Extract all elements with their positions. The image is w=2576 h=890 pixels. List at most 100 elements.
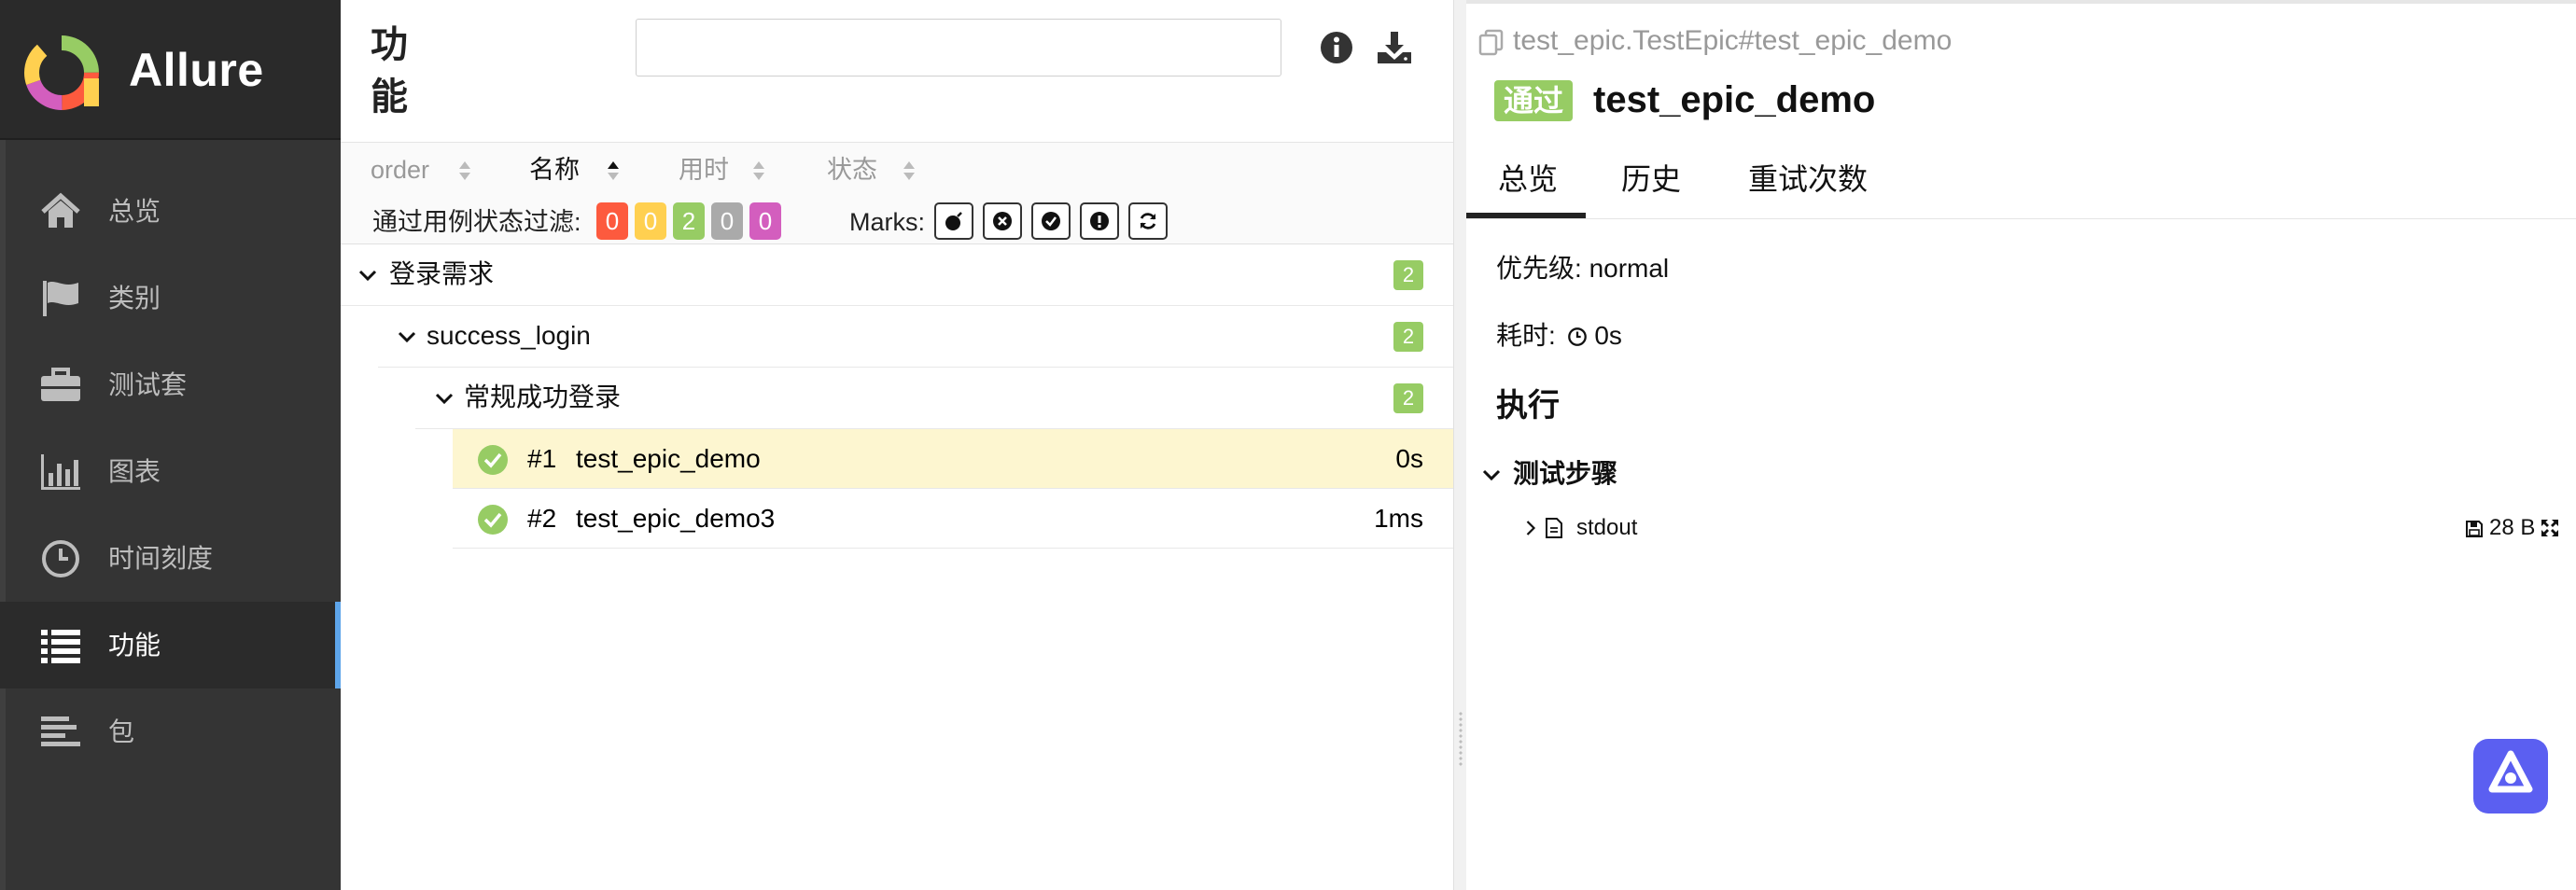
bomb-icon bbox=[945, 212, 962, 230]
test-case-number: #1 bbox=[527, 444, 557, 473]
tree-group-label: 登录需求 bbox=[389, 259, 495, 288]
panel-header: 功能 bbox=[341, 0, 1453, 143]
sort-bar: order 名称 用时 状态 通过用例状态过滤: 0 0 2 0 0 Marks… bbox=[341, 143, 1453, 244]
sidebar-item-label: 功能 bbox=[108, 631, 161, 660]
info-icon[interactable] bbox=[1317, 28, 1356, 67]
briefcase-icon bbox=[41, 368, 80, 401]
attachment-name: stdout bbox=[1576, 515, 1638, 540]
clock-icon bbox=[42, 540, 79, 577]
assistant-logo-icon bbox=[2488, 750, 2533, 793]
test-steps-label: 测试步骤 bbox=[1513, 459, 1618, 488]
behaviors-panel: 功能 order 名称 用时 状态 通过用例状态过滤: 0 0 2 0 0 Ma… bbox=[341, 0, 1453, 890]
mark-new-broken-button[interactable] bbox=[1080, 202, 1119, 240]
sort-duration[interactable]: 用时 bbox=[679, 152, 729, 188]
duration-row: 耗时: 0s bbox=[1496, 317, 1622, 355]
severity-value: normal bbox=[1589, 254, 1670, 283]
sidebar-item-overview[interactable]: 总览 bbox=[0, 168, 341, 255]
sort-status[interactable]: 状态 bbox=[827, 152, 877, 188]
sidebar-item-categories[interactable]: 类别 bbox=[0, 255, 341, 341]
file-icon bbox=[1546, 518, 1562, 538]
sidebar-item-packages[interactable]: 包 bbox=[0, 688, 341, 775]
expand-icon[interactable] bbox=[2540, 518, 2560, 538]
chevron-down-icon bbox=[358, 270, 377, 282]
sidebar-item-behaviors[interactable]: 功能 bbox=[0, 602, 341, 688]
chevron-right-icon bbox=[1526, 521, 1536, 535]
sidebar-item-label: 包 bbox=[108, 717, 135, 746]
sort-icon[interactable] bbox=[752, 160, 765, 182]
status-badge: 通过 bbox=[1494, 80, 1574, 121]
check-circle-icon bbox=[1042, 212, 1060, 230]
tree-group-story[interactable]: 常规成功登录 2 bbox=[415, 368, 1453, 429]
duration-value: 0s bbox=[1594, 321, 1622, 350]
sidebar: Allure 总览 类别 测试套 图表 时间刻度 功能 包 bbox=[0, 0, 341, 890]
tab-overview[interactable]: 总览 bbox=[1498, 159, 1558, 200]
sort-icon[interactable] bbox=[458, 160, 471, 182]
clock-icon bbox=[1567, 327, 1587, 346]
sidebar-nav: 总览 类别 测试套 图表 时间刻度 功能 包 bbox=[0, 168, 341, 775]
tree-group-feature[interactable]: success_login 2 bbox=[378, 306, 1453, 368]
sidebar-item-label: 类别 bbox=[108, 284, 161, 313]
splitter-grip-icon[interactable] bbox=[1458, 711, 1463, 767]
sidebar-item-suites[interactable]: 测试套 bbox=[0, 341, 341, 428]
home-icon bbox=[41, 192, 80, 228]
flag-icon bbox=[43, 281, 78, 316]
mark-retries-button[interactable] bbox=[1128, 202, 1168, 240]
sort-name[interactable]: 名称 bbox=[529, 152, 580, 188]
mark-new-passed-button[interactable] bbox=[1031, 202, 1071, 240]
test-case-name: test_epic_demo3 bbox=[576, 504, 776, 533]
filter-skipped-badge[interactable]: 0 bbox=[711, 202, 743, 240]
allure-logo-icon bbox=[24, 35, 99, 110]
sidebar-item-label: 图表 bbox=[108, 457, 161, 486]
sidebar-item-graphs[interactable]: 图表 bbox=[0, 428, 341, 515]
sidebar-item-label: 时间刻度 bbox=[108, 544, 214, 573]
copy-icon[interactable] bbox=[1477, 28, 1505, 56]
brand-name: Allure bbox=[129, 44, 264, 96]
test-detail-panel: test_epic.TestEpic#test_epic_demo 通过 tes… bbox=[1466, 0, 2576, 890]
brand-header[interactable]: Allure bbox=[0, 0, 341, 140]
sort-asc-icon[interactable] bbox=[607, 160, 620, 182]
tree-group-epic[interactable]: 登录需求 2 bbox=[341, 244, 1453, 306]
status-filter-label: 通过用例状态过滤: bbox=[372, 208, 581, 236]
passed-status-icon bbox=[478, 445, 508, 475]
sort-icon[interactable] bbox=[903, 160, 916, 182]
filter-passed-badge[interactable]: 2 bbox=[673, 202, 705, 240]
pane-splitter[interactable] bbox=[1453, 0, 1467, 890]
refresh-icon bbox=[1140, 213, 1156, 229]
chevron-down-icon bbox=[398, 331, 416, 343]
page-title: 功能 bbox=[371, 24, 408, 118]
chevron-down-icon bbox=[1482, 469, 1501, 481]
severity-label: 优先级: bbox=[1496, 254, 1582, 283]
floating-assistant-button[interactable] bbox=[2473, 739, 2548, 814]
download-icon[interactable] bbox=[1375, 28, 1414, 67]
sidebar-item-timeline[interactable]: 时间刻度 bbox=[0, 515, 341, 602]
search-input[interactable] bbox=[636, 19, 1281, 76]
tree-group-label: success_login bbox=[427, 321, 591, 350]
filter-unknown-badge[interactable]: 0 bbox=[749, 202, 781, 240]
test-case-duration: 0s bbox=[1395, 444, 1423, 473]
passed-status-icon bbox=[478, 505, 508, 535]
sort-order[interactable]: order bbox=[371, 152, 429, 188]
floppy-disk-icon bbox=[2466, 521, 2483, 537]
attachment-row[interactable]: stdout 28 B bbox=[1524, 509, 2560, 547]
marks-label: Marks: bbox=[849, 208, 925, 236]
times-circle-icon bbox=[993, 212, 1012, 230]
attachment-size: 28 B bbox=[2489, 515, 2536, 540]
test-case-name: test_epic_demo bbox=[576, 444, 761, 473]
test-case-row[interactable]: #2 test_epic_demo3 1ms bbox=[453, 489, 1453, 549]
tree-group-count: 2 bbox=[1393, 260, 1423, 290]
tab-retries[interactable]: 重试次数 bbox=[1748, 159, 1868, 200]
severity-row: 优先级: normal bbox=[1496, 250, 1669, 287]
tab-history[interactable]: 历史 bbox=[1621, 159, 1681, 200]
bar-chart-icon bbox=[41, 454, 80, 490]
filter-broken-badge[interactable]: 0 bbox=[635, 202, 666, 240]
mark-flaky-button[interactable] bbox=[934, 202, 973, 240]
filter-failed-badge[interactable]: 0 bbox=[596, 202, 628, 240]
mark-new-failed-button[interactable] bbox=[983, 202, 1022, 240]
active-tab-indicator bbox=[1466, 213, 1586, 218]
align-left-icon bbox=[41, 716, 80, 746]
test-case-number: #2 bbox=[527, 504, 557, 533]
execution-title: 执行 bbox=[1496, 388, 1560, 424]
tree-group-count: 2 bbox=[1393, 383, 1423, 413]
test-case-row[interactable]: #1 test_epic_demo 0s bbox=[453, 429, 1453, 489]
test-title: test_epic_demo bbox=[1593, 79, 1876, 120]
